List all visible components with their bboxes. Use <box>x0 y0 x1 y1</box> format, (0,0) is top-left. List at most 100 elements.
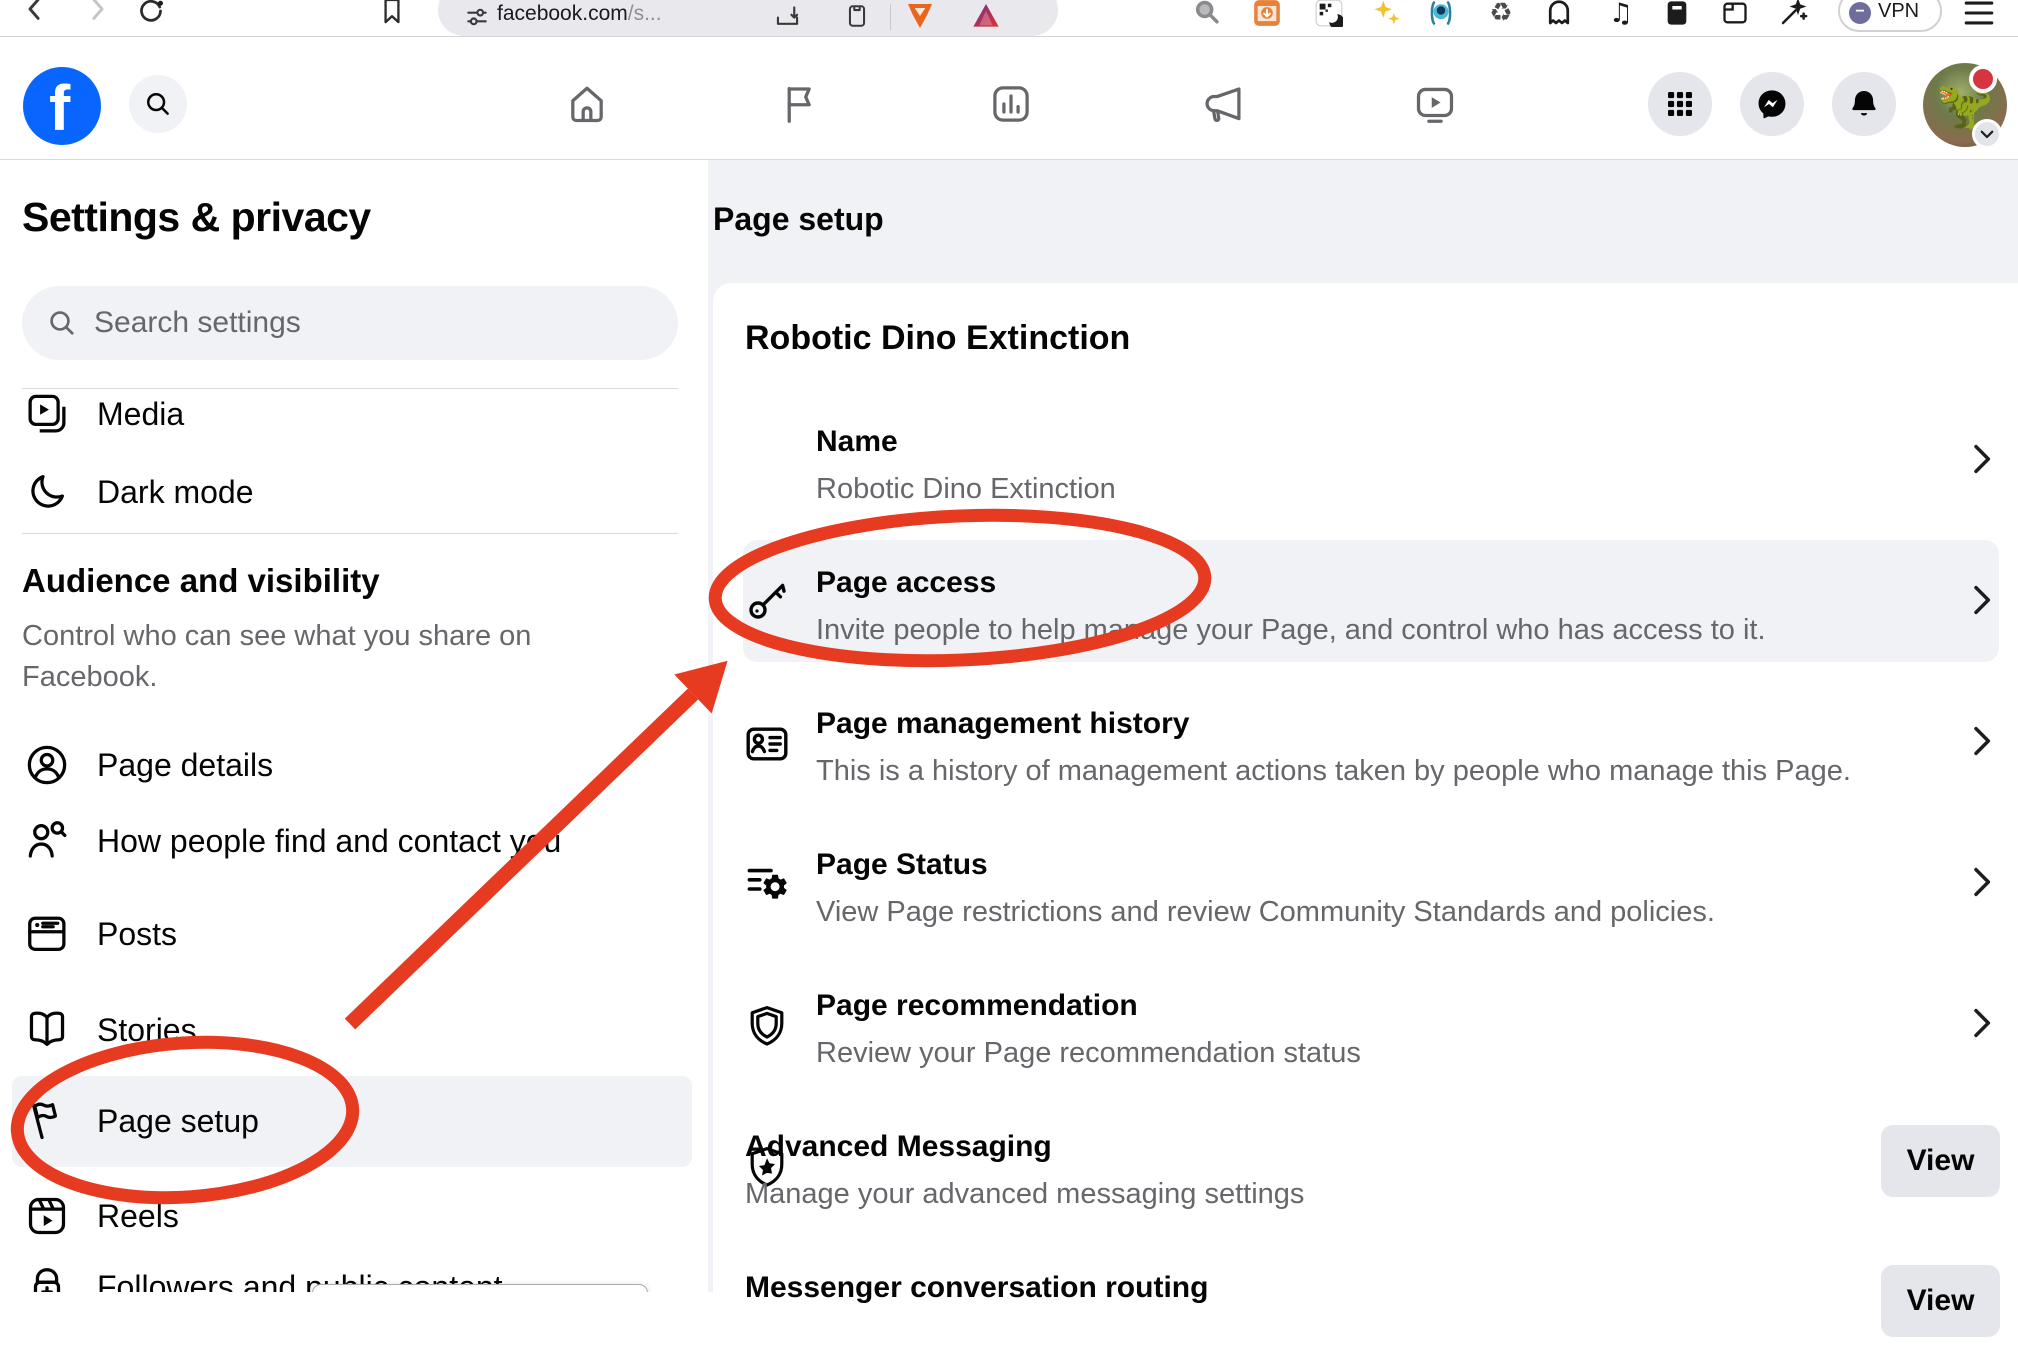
browser-toolbar: facebook.com/s... ♻ ♫ − VPN <box>0 0 2018 37</box>
tab-extension-icon[interactable] <box>1720 0 1750 28</box>
search-placeholder: Search settings <box>94 306 301 340</box>
row-title: Advanced Messaging <box>745 1130 1052 1164</box>
site-settings-icon[interactable] <box>464 4 490 30</box>
section-heading: Audience and visibility <box>22 562 380 600</box>
chevron-right-icon <box>1961 721 2001 761</box>
messenger-routing-view-button[interactable]: View <box>1881 1265 2000 1337</box>
reels-icon <box>24 1193 70 1239</box>
sidebar-item-how-people-find[interactable]: How people find and contact you <box>24 818 561 864</box>
settings-sidebar: Settings & privacy Search settings Media… <box>0 160 708 1292</box>
sidebar-item-posts[interactable]: Posts <box>24 911 177 957</box>
row-subtitle: View Page restrictions and review Commun… <box>816 896 1715 929</box>
browser-reload-icon[interactable] <box>136 0 166 24</box>
browser-forward-icon[interactable] <box>82 0 112 24</box>
shield-icon <box>743 1002 791 1050</box>
vpn-extension-button[interactable]: − VPN <box>1838 0 1942 32</box>
download-icon[interactable] <box>774 3 801 30</box>
sidebar-item-page-details[interactable]: Page details <box>24 742 273 788</box>
person-circle-icon <box>24 742 70 788</box>
eye-extension-icon[interactable] <box>1426 0 1456 28</box>
mail-extension-icon[interactable] <box>1252 0 1282 28</box>
pages-tab-icon[interactable] <box>776 81 822 127</box>
ghost-extension-icon[interactable] <box>1544 0 1574 28</box>
messenger-icon <box>1755 87 1789 121</box>
reader-extension-icon[interactable] <box>1662 0 1692 28</box>
settings-card: Robotic Dino Extinction Name Robotic Din… <box>713 283 2018 1353</box>
row-subtitle: Review your Page recommendation status <box>816 1037 1361 1070</box>
row-subtitle: This is a history of management actions … <box>816 755 1851 788</box>
insights-tab-icon[interactable] <box>988 81 1034 127</box>
apps-grid-icon <box>1664 88 1696 120</box>
chevron-down-icon <box>1978 125 1996 143</box>
messenger-button[interactable] <box>1740 72 1804 136</box>
divider <box>22 388 678 389</box>
search-icon <box>143 89 173 119</box>
chevron-right-icon <box>1961 1003 2001 1043</box>
row-title: Page recommendation <box>816 989 1138 1023</box>
sidebar-item-dark-mode[interactable]: Dark mode <box>24 469 254 515</box>
search-settings-input[interactable]: Search settings <box>22 286 678 360</box>
page-tool-icon[interactable] <box>844 2 870 30</box>
sidebar-item-stories[interactable]: Stories <box>24 1007 197 1053</box>
facebook-logo[interactable]: f <box>23 67 101 145</box>
home-tab-icon[interactable] <box>564 81 610 127</box>
flag-icon <box>24 1098 70 1144</box>
row-subtitle: Invite people to help manage your Page, … <box>816 614 1766 647</box>
account-menu-chevron[interactable] <box>1972 119 2002 149</box>
book-icon <box>24 1007 70 1053</box>
sidebar-title: Settings & privacy <box>22 194 371 241</box>
facebook-header: f 🦖 <box>0 37 2018 160</box>
person-search-icon <box>24 818 70 864</box>
address-bar[interactable]: facebook.com/s... <box>438 0 1058 36</box>
advanced-messaging-view-button[interactable]: View <box>1881 1125 2000 1197</box>
row-subtitle: Manage your advanced messaging settings <box>745 1178 1304 1211</box>
ads-tab-icon[interactable] <box>1200 81 1246 127</box>
posts-icon <box>24 911 70 957</box>
chevron-right-icon <box>1961 580 2001 620</box>
media-icon <box>24 391 70 437</box>
sparkles-extension-icon[interactable] <box>1372 0 1402 28</box>
notification-badge <box>1969 65 1997 93</box>
bookmark-icon[interactable] <box>378 0 406 26</box>
url-text[interactable]: facebook.com/s... <box>497 2 662 26</box>
notifications-button[interactable] <box>1832 72 1896 136</box>
page-title: Page setup <box>713 201 884 238</box>
qr-extension-icon[interactable] <box>1314 0 1344 28</box>
person-plus-icon <box>24 1264 70 1292</box>
page-setup-panel: Page setup Robotic Dino Extinction Name … <box>708 160 2018 1292</box>
wand-extension-icon[interactable] <box>1778 0 1808 28</box>
page-name-heading: Robotic Dino Extinction <box>745 319 1130 358</box>
moon-icon <box>24 469 70 515</box>
music-extension-icon[interactable]: ♫ <box>1606 0 1636 28</box>
prism-extension-icon[interactable] <box>970 0 1002 32</box>
vpn-status-icon: − <box>1849 2 1871 24</box>
key-icon <box>743 577 791 625</box>
row-title: Messenger conversation routing <box>745 1271 1208 1305</box>
row-subtitle: Robotic Dino Extinction <box>816 473 1116 506</box>
chevron-right-icon <box>1961 862 2001 902</box>
video-tab-icon[interactable] <box>1412 81 1458 127</box>
row-title: Name <box>816 425 898 459</box>
bell-icon <box>1847 87 1881 121</box>
vpn-label: VPN <box>1878 0 1919 23</box>
sidebar-item-reels[interactable]: Reels <box>24 1193 179 1239</box>
sidebar-item-page-setup[interactable]: Page setup <box>24 1098 259 1144</box>
id-card-icon <box>743 720 791 768</box>
chevron-right-icon <box>1961 439 2001 479</box>
row-title: Page management history <box>816 707 1189 741</box>
divider <box>22 533 678 534</box>
fox-extension-icon[interactable] <box>904 0 936 32</box>
recycle-extension-icon[interactable]: ♻ <box>1486 0 1516 28</box>
header-search-button[interactable] <box>129 75 187 133</box>
row-title: Page access <box>816 566 996 600</box>
search-icon <box>46 307 78 339</box>
browser-back-icon[interactable] <box>20 0 50 24</box>
section-description: Control who can see what you share on Fa… <box>22 616 622 698</box>
browser-menu-icon[interactable] <box>1962 0 1996 28</box>
screenshot-search-extension-icon[interactable] <box>1192 0 1222 28</box>
list-gear-icon <box>743 861 791 909</box>
apps-menu-button[interactable] <box>1648 72 1712 136</box>
row-title: Page Status <box>816 848 988 882</box>
sidebar-item-media[interactable]: Media <box>24 391 184 437</box>
link-preview-tooltip <box>312 1284 648 1292</box>
